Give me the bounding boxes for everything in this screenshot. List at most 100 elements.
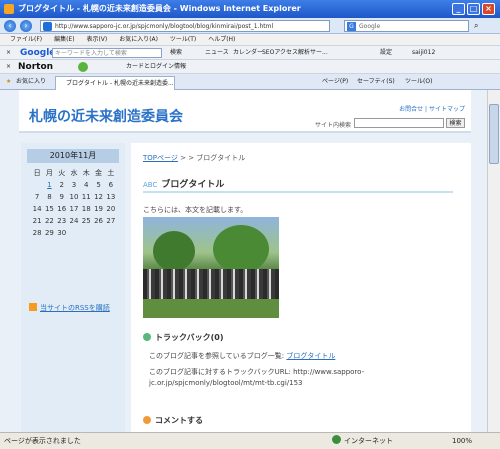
google-search-input[interactable]: キーワードを入力して検索 <box>52 48 162 58</box>
sidebar: 2010年11月 日 月 火 水 木 金 土 1 2 3 4 5 6 7 8 9… <box>21 143 125 432</box>
post-body: こちらには、本文を記載します。 <box>143 206 248 214</box>
google-search-button[interactable]: 検索 <box>170 46 182 60</box>
menu-help[interactable]: ヘルプ(H) <box>208 36 235 43</box>
calendar-day: 19 <box>94 205 103 213</box>
trackback-link[interactable]: ブログタイトル <box>286 352 335 360</box>
calendar-day: 10 <box>69 193 79 201</box>
breadcrumb-top-link[interactable]: TOPページ <box>143 154 178 162</box>
calendar-day: 5 <box>96 181 101 189</box>
calendar-day: 12 <box>94 193 103 201</box>
calendar-day: 4 <box>84 181 89 189</box>
photo-tree <box>153 231 195 271</box>
calendar-day <box>31 179 43 191</box>
calendar-day: 22 <box>44 217 54 225</box>
menu-view[interactable]: 表示(V) <box>86 36 107 43</box>
calendar-day <box>92 227 104 239</box>
calendar-day: 25 <box>81 217 91 225</box>
top-links: お問合せ | サイトマップ <box>399 106 465 113</box>
main-content: TOPページ > > ブログタイトル ABC ブログタイトル こちらには、本文を記… <box>131 143 471 432</box>
menu-edit[interactable]: 編集(E) <box>54 36 74 43</box>
menu-bar: ファイル(F) 編集(E) 表示(V) お気に入り(A) ツール(T) ヘルプ(… <box>0 34 500 46</box>
page-menu[interactable]: ページ(P) <box>322 74 348 90</box>
close-toolbar-icon[interactable]: × <box>6 46 11 60</box>
news-link[interactable]: ニュース <box>205 46 229 60</box>
back-arrow-icon[interactable]: ‹ <box>4 20 16 32</box>
minimize-button[interactable]: _ <box>452 3 465 15</box>
scrollbar-thumb[interactable] <box>489 104 499 164</box>
window-title: ブログタイトル ‐ 札幌の近未来創造委員会 - Windows Internet… <box>18 4 301 13</box>
photo-crowd <box>143 269 279 299</box>
search-icon[interactable]: ⌕ <box>474 21 478 31</box>
seo-link[interactable]: SEOアクセス解析サー... <box>262 46 328 60</box>
calendar-link[interactable]: カレンダー <box>233 46 263 60</box>
window-titlebar: ブログタイトル ‐ 札幌の近未来創造委員会 - Windows Internet… <box>0 0 500 18</box>
maximize-button[interactable]: □ <box>467 3 480 15</box>
calendar-day: 3 <box>71 181 77 189</box>
calendar-day: 7 <box>34 193 40 201</box>
calendar-day <box>80 227 92 239</box>
weekday: 月 <box>45 169 53 177</box>
menu-file[interactable]: ファイル(F) <box>10 36 42 43</box>
address-bar: ‹ › http://www.sapporo-jc.or.jp/spjcmonl… <box>0 18 500 34</box>
site-search-button[interactable]: 検索 <box>446 118 465 128</box>
url-field[interactable]: http://www.sapporo-jc.or.jp/spjcmonly/bl… <box>40 20 330 32</box>
post-photo <box>143 217 279 318</box>
tools-menu[interactable]: ツール(O) <box>405 74 432 90</box>
weekday: 日 <box>33 169 41 177</box>
calendar-day: 9 <box>59 193 64 201</box>
menu-tools[interactable]: ツール(T) <box>170 36 196 43</box>
photo-tree <box>213 225 269 273</box>
calendar-day: 17 <box>69 205 79 213</box>
user-link[interactable]: saiji012 <box>412 46 435 60</box>
calendar-weekdays: 日 月 火 水 木 金 土 <box>31 167 117 179</box>
favorites-button[interactable]: お気に入り <box>16 74 46 90</box>
settings-link[interactable]: 設定 <box>380 46 392 60</box>
calendar-day: 30 <box>57 229 67 237</box>
calendar-day <box>68 227 80 239</box>
site-search-label: サイト内検索 <box>314 122 351 129</box>
comment-heading: コメントする <box>143 415 203 426</box>
globe-icon <box>332 435 341 444</box>
check-icon[interactable] <box>78 62 88 72</box>
calendar-day: 29 <box>44 229 54 237</box>
rss-icon <box>29 303 37 311</box>
calendar-day: 2 <box>59 181 64 189</box>
trackback-star-icon <box>143 333 151 341</box>
breadcrumb: TOPページ > > ブログタイトル <box>143 154 246 162</box>
calendar-day: 14 <box>32 205 42 213</box>
trackback-heading: トラックバック(0) <box>143 332 223 343</box>
calendar-day: 28 <box>32 229 42 237</box>
calendar-day: 26 <box>94 217 103 225</box>
zoom-level[interactable]: 100% <box>452 433 472 449</box>
card-login-link[interactable]: カードとログイン情報 <box>126 60 186 74</box>
page-viewport: 札幌の近未来創造委員会 お問合せ | サイトマップ サイト内検索 検索 2010… <box>0 90 487 432</box>
search-input[interactable]: G Google <box>344 20 469 32</box>
site-search-input[interactable] <box>354 118 444 128</box>
post-title-tag: ABC <box>143 181 158 189</box>
menu-favorites[interactable]: お気に入り(A) <box>119 36 158 43</box>
favorites-star-icon[interactable]: ★ <box>6 74 11 90</box>
close-button[interactable]: × <box>482 3 495 15</box>
calendar-day: 20 <box>106 205 116 213</box>
tab-current[interactable]: ブログタイトル ‐ 札幌の近未来創造委... <box>55 76 175 90</box>
calendar-week: 28 29 30 <box>31 227 117 239</box>
forward-arrow-icon[interactable]: › <box>20 20 32 32</box>
calendar-day: 8 <box>47 193 52 201</box>
safety-menu[interactable]: セーフティ(S) <box>357 74 395 90</box>
site-title[interactable]: 札幌の近未来創造委員会 <box>29 106 183 126</box>
calendar-month: 2010年11月 <box>27 149 119 163</box>
page-icon <box>43 22 52 31</box>
calendar-week: 7 8 9 10 11 12 13 <box>31 191 117 203</box>
calendar-day: 23 <box>57 217 67 225</box>
calendar: 日 月 火 水 木 金 土 1 2 3 4 5 6 7 8 9 10 11 12… <box>31 167 117 239</box>
photo-grass <box>143 299 279 318</box>
vertical-scrollbar[interactable] <box>487 90 500 432</box>
google-icon: G <box>347 22 356 31</box>
calendar-week: 1 2 3 4 5 6 <box>31 179 117 191</box>
calendar-day-link[interactable]: 1 <box>43 179 55 191</box>
sitemap-link[interactable]: サイトマップ <box>429 106 465 113</box>
close-toolbar-icon[interactable]: × <box>6 60 11 74</box>
weekday: 水 <box>70 169 78 177</box>
rss-link[interactable]: 当サイトのRSSを購読 <box>29 303 110 313</box>
contact-link[interactable]: お問合せ <box>399 106 423 113</box>
